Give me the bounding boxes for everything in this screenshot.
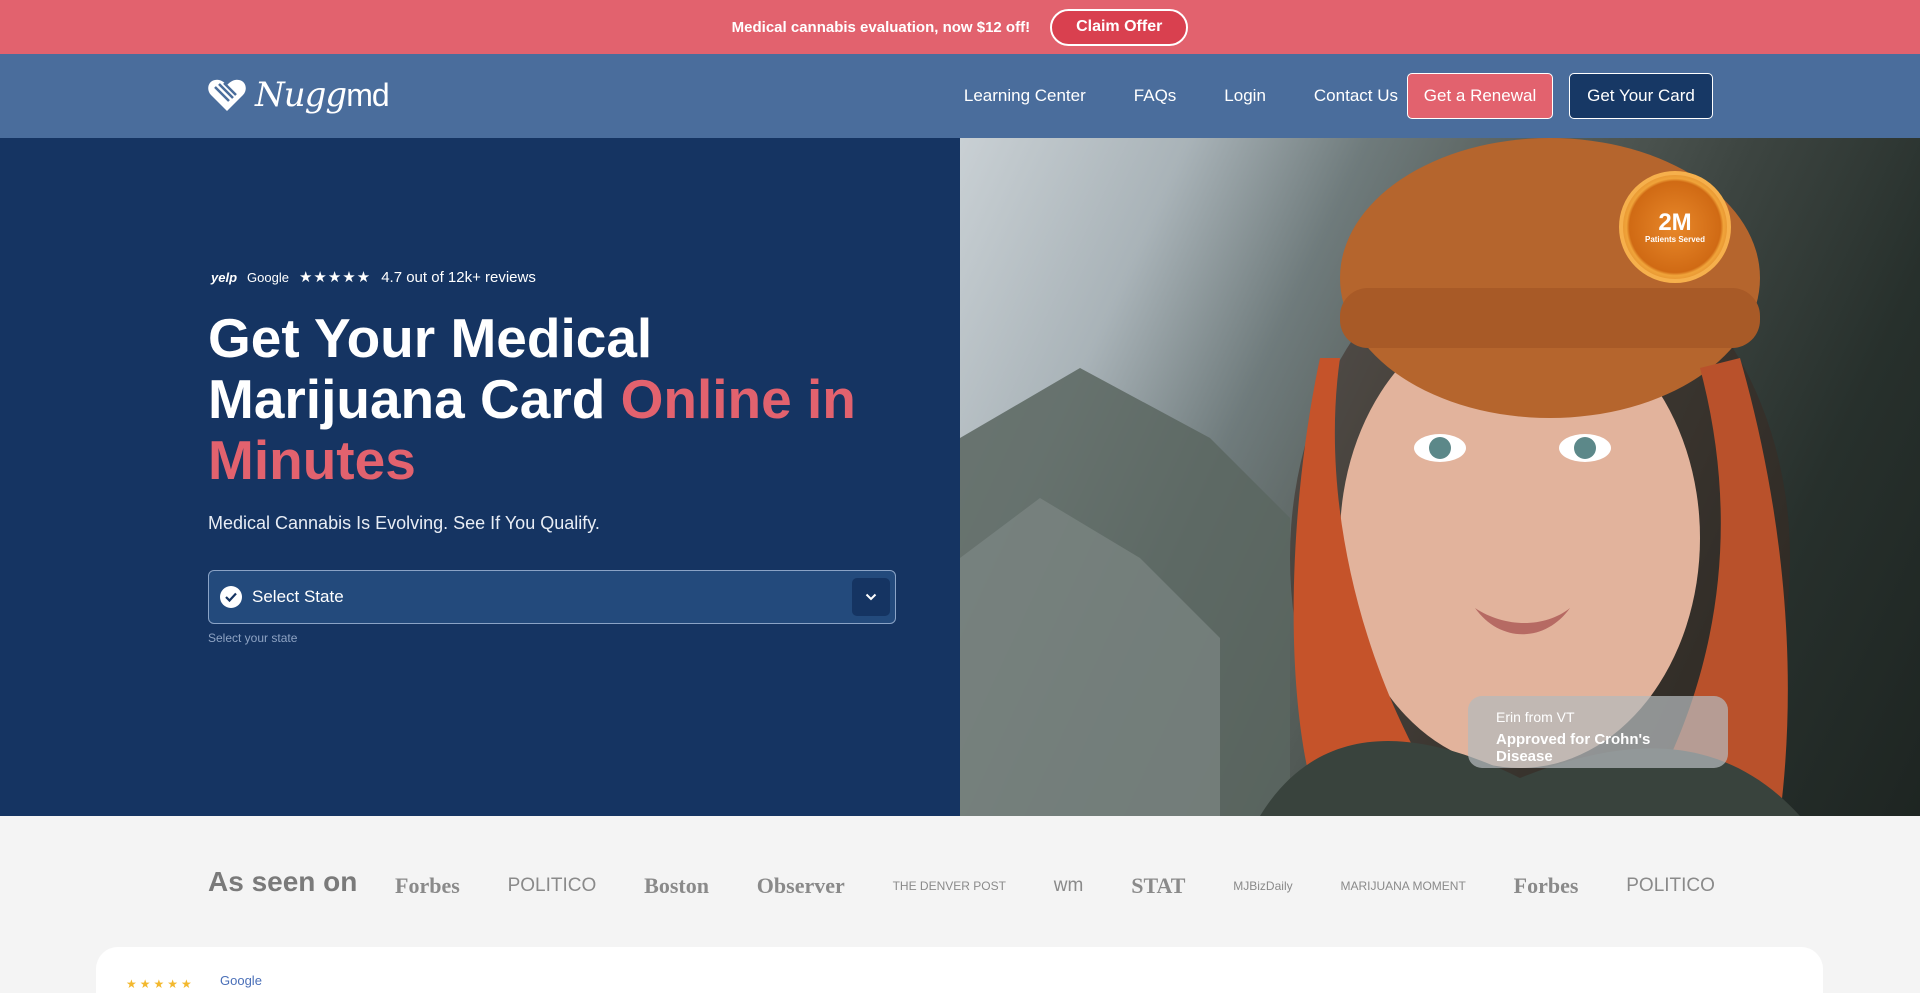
hero-image: 2M Patients Served Erin from VT Approved… bbox=[960, 138, 1920, 816]
nav-learning-center[interactable]: Learning Center bbox=[964, 86, 1086, 106]
select-state-label: Select State bbox=[252, 587, 344, 606]
claim-offer-button[interactable]: Claim Offer bbox=[1050, 8, 1189, 46]
main-nav: Learning Center FAQs Login Contact Us bbox=[964, 54, 1398, 138]
nav-contact-us[interactable]: Contact Us bbox=[1314, 86, 1398, 106]
logo[interactable]: Nuggmd bbox=[207, 72, 390, 118]
hero-subline: Medical Cannabis Is Evolving. See If You… bbox=[208, 513, 600, 533]
as-seen-on-section: As seen on Forbes POLITICO Boston Observ… bbox=[0, 816, 1920, 952]
as-seen-on-title: As seen on bbox=[208, 866, 358, 897]
press-logo-wm: wm bbox=[1053, 875, 1084, 896]
chevron-down-icon[interactable] bbox=[852, 578, 890, 616]
press-logo-forbes: Forbes bbox=[395, 873, 460, 898]
press-logo-denver-post: THE DENVER POST bbox=[892, 879, 1006, 893]
review-source: Google bbox=[220, 973, 262, 988]
select-help-text: Select your state bbox=[208, 631, 298, 645]
rating-text: 4.7 out of 12k+ reviews bbox=[381, 268, 536, 286]
press-logo-mjbizdaily: MJBizDaily bbox=[1233, 879, 1293, 893]
testimonial-card: Erin from VT Approved for Crohn's Diseas… bbox=[1468, 696, 1728, 768]
promo-text: Medical cannabis evaluation, now $12 off… bbox=[731, 18, 1031, 36]
press-logo-boston: Boston bbox=[644, 873, 709, 898]
site-header: Nuggmd Learning Center FAQs Login Contac… bbox=[0, 54, 1920, 138]
logo-text: Nuggmd bbox=[255, 75, 390, 115]
get-renewal-button[interactable]: Get a Renewal bbox=[1407, 73, 1553, 119]
portrait-illustration bbox=[960, 138, 1800, 816]
rating-stars: ★★★★★ bbox=[298, 269, 372, 286]
testimonial-name: Erin from VT bbox=[1496, 709, 1575, 725]
press-logo-marijuana-moment: MARIJUANA MOMENT bbox=[1340, 879, 1466, 893]
press-logo-stat: STAT bbox=[1131, 873, 1186, 898]
check-circle-icon bbox=[220, 586, 242, 608]
get-your-card-button[interactable]: Get Your Card bbox=[1569, 73, 1713, 119]
testimonial-condition: Approved for Crohn's Disease bbox=[1496, 731, 1651, 765]
state-select[interactable]: Select State bbox=[208, 570, 896, 624]
hero-section: yelp Google ★★★★★ 4.7 out of 12k+ review… bbox=[0, 138, 960, 816]
heart-logo-icon bbox=[208, 79, 246, 111]
press-logo-forbes-2: Forbes bbox=[1513, 873, 1579, 898]
nav-login[interactable]: Login bbox=[1224, 86, 1266, 106]
press-logo-observer: Observer bbox=[756, 873, 845, 898]
yelp-logo: yelp bbox=[211, 269, 238, 285]
hero-headline: Get Your Medical Marijuana Card Online i… bbox=[208, 307, 856, 491]
nav-faqs[interactable]: FAQs bbox=[1134, 86, 1177, 106]
patients-served-badge: 2M Patients Served bbox=[1619, 171, 1731, 283]
google-logo: Google bbox=[247, 269, 289, 285]
press-logo-politico-2: POLITICO bbox=[1626, 875, 1715, 896]
reviews-summary: yelp Google ★★★★★ 4.7 out of 12k+ review… bbox=[211, 268, 536, 287]
press-logo-politico: POLITICO bbox=[507, 875, 597, 896]
promo-bar: Medical cannabis evaluation, now $12 off… bbox=[0, 0, 1920, 54]
press-logos: Forbes POLITICO Boston Observer THE DENV… bbox=[395, 864, 1715, 908]
review-stars: ★★★★★ bbox=[126, 977, 195, 991]
reviews-card: ★★★★★ Google bbox=[96, 947, 1823, 993]
